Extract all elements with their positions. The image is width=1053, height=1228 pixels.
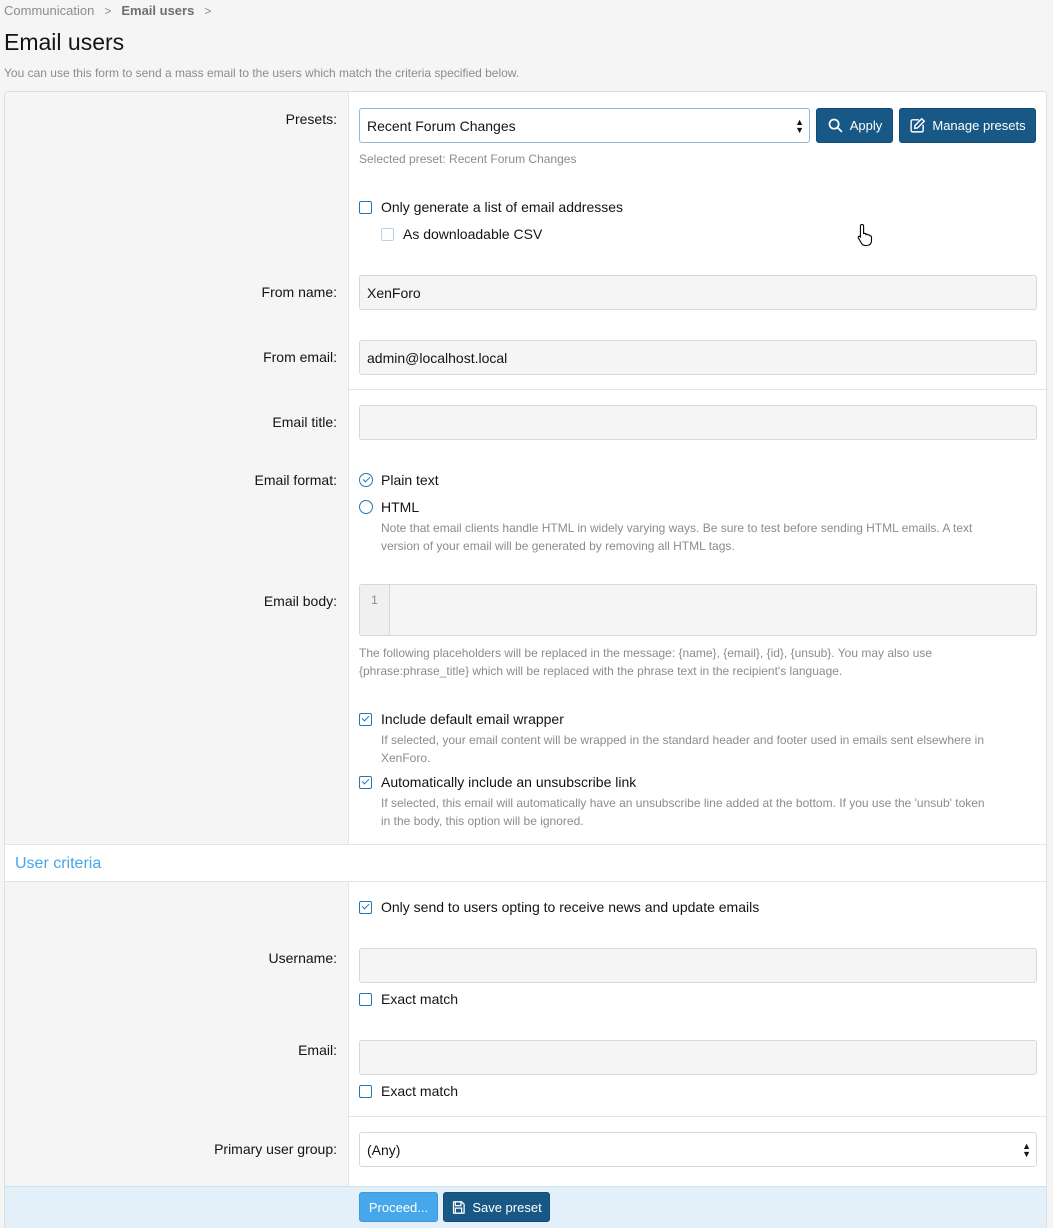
unsubscribe-checkbox[interactable]: Automatically include an unsubscribe lin… (359, 774, 636, 790)
form-footer: Proceed... Save preset (5, 1186, 1046, 1228)
html-note-line: Note that email clients handle HTML in w… (381, 521, 973, 535)
label-column (5, 92, 349, 844)
email-criteria-label: Email: (298, 1042, 337, 1058)
checkbox-icon (359, 712, 372, 726)
unsubscribe-hint-line: If selected, this email will automatical… (381, 796, 985, 810)
list-only-checkbox[interactable]: Only generate a list of email addresses (359, 199, 623, 215)
html-radio[interactable]: HTML (359, 499, 419, 515)
primary-group-value: (Any) (367, 1142, 401, 1158)
presets-selected-value: Recent Forum Changes (367, 118, 516, 134)
edit-icon (910, 117, 926, 133)
csv-checkbox[interactable]: As downloadable CSV (381, 226, 542, 242)
proceed-button[interactable]: Proceed... (359, 1192, 438, 1222)
email-wrapper-hint: If selected, your email content will be … (381, 731, 984, 767)
apply-button[interactable]: Apply (816, 108, 893, 143)
email-exact-checkbox[interactable]: Exact match (359, 1083, 458, 1099)
unsubscribe-hint-line: in the body, this option will be ignored… (381, 814, 584, 828)
email-wrapper-checkbox[interactable]: Include default email wrapper (359, 711, 564, 727)
csv-label: As downloadable CSV (403, 226, 543, 242)
manage-presets-label: Manage presets (932, 118, 1026, 133)
opt-in-label: Only send to users opting to receive new… (381, 899, 760, 915)
email-title-input[interactable] (359, 405, 1037, 440)
plain-text-radio[interactable]: Plain text (359, 472, 439, 488)
list-only-label: Only generate a list of email addresses (381, 199, 624, 215)
unsubscribe-hint: If selected, this email will automatical… (381, 794, 985, 830)
from-email-input[interactable]: admin@localhost.local (359, 340, 1037, 375)
email-format-label: Email format: (254, 472, 337, 488)
apply-label: Apply (849, 118, 883, 133)
primary-group-select[interactable]: (Any) ▲ ▼ (359, 1132, 1037, 1167)
email-body-label: Email body: (263, 593, 337, 609)
plain-text-label: Plain text (381, 472, 439, 488)
page-title: Email users (4, 29, 125, 55)
email-wrapper-hint-line: XenForo. (381, 751, 431, 765)
email-wrapper-label: Include default email wrapper (381, 711, 564, 727)
save-icon (453, 1200, 466, 1214)
primary-group-label: Primary user group: (214, 1141, 337, 1157)
user-criteria-header[interactable]: User criteria (5, 844, 1046, 882)
email-wrapper-hint-line: If selected, your email content will be … (381, 733, 985, 747)
email-body-hint: The following placeholders will be repla… (359, 644, 932, 680)
manage-presets-button[interactable]: Manage presets (899, 108, 1036, 143)
html-note-line: version of your email will be generated … (381, 539, 735, 553)
from-name-label: From name: (261, 284, 337, 300)
divider (349, 389, 1046, 390)
checkbox-icon (359, 900, 372, 914)
save-preset-label: Save preset (472, 1199, 542, 1215)
user-criteria-heading: User criteria (15, 855, 102, 872)
email-criteria-input[interactable] (359, 1040, 1037, 1075)
email-exact-label: Exact match (381, 1083, 459, 1099)
username-exact-checkbox[interactable]: Exact match (359, 991, 458, 1007)
checkbox-icon (359, 1084, 372, 1098)
unsubscribe-label: Automatically include an unsubscribe lin… (381, 774, 637, 790)
email-body-hint-line: {phrase:phrase_title} which will be repl… (359, 664, 843, 678)
save-preset-button[interactable]: Save preset (443, 1192, 550, 1222)
divider (349, 1116, 1046, 1117)
username-input[interactable] (359, 948, 1037, 983)
breadcrumb-separator: > (104, 3, 112, 18)
breadcrumb-email-users[interactable]: Email users (121, 3, 194, 18)
html-note: Note that email clients handle HTML in w… (381, 519, 972, 555)
email-form: Presets: Recent Forum Changes ▲ ▼ Apply M… (4, 91, 1047, 1228)
opt-in-checkbox[interactable]: Only send to users opting to receive new… (359, 899, 759, 915)
search-icon (828, 118, 843, 133)
from-email-label: From email: (263, 349, 337, 365)
select-arrows-icon: ▲ ▼ (1022, 1141, 1031, 1159)
presets-label: Presets: (285, 111, 337, 127)
radio-icon (359, 473, 373, 487)
radio-icon (359, 500, 373, 514)
html-label: HTML (381, 499, 420, 515)
checkbox-icon (381, 227, 394, 241)
username-exact-label: Exact match (381, 991, 459, 1007)
checkbox-icon (359, 992, 372, 1006)
checkbox-icon (359, 775, 372, 789)
presets-hint: Selected preset: Recent Forum Changes (359, 152, 577, 166)
checkbox-icon (359, 200, 372, 214)
proceed-label: Proceed... (368, 1199, 429, 1215)
line-number-gutter: 1 (360, 585, 390, 635)
email-body-editor[interactable]: 1 (359, 584, 1037, 636)
page-description: You can use this form to send a mass ema… (4, 66, 520, 80)
from-name-input[interactable]: XenForo (359, 275, 1037, 310)
presets-select[interactable]: Recent Forum Changes ▲ ▼ (359, 108, 810, 143)
breadcrumb: Communication > Email users > (4, 3, 221, 18)
email-title-label: Email title: (272, 414, 337, 430)
breadcrumb-separator: > (204, 3, 212, 18)
mouse-pointer-icon (857, 223, 873, 247)
email-body-hint-line: The following placeholders will be repla… (359, 646, 933, 660)
select-arrows-icon: ▲ ▼ (795, 117, 804, 135)
breadcrumb-communication[interactable]: Communication (4, 3, 94, 18)
username-label: Username: (268, 950, 337, 966)
